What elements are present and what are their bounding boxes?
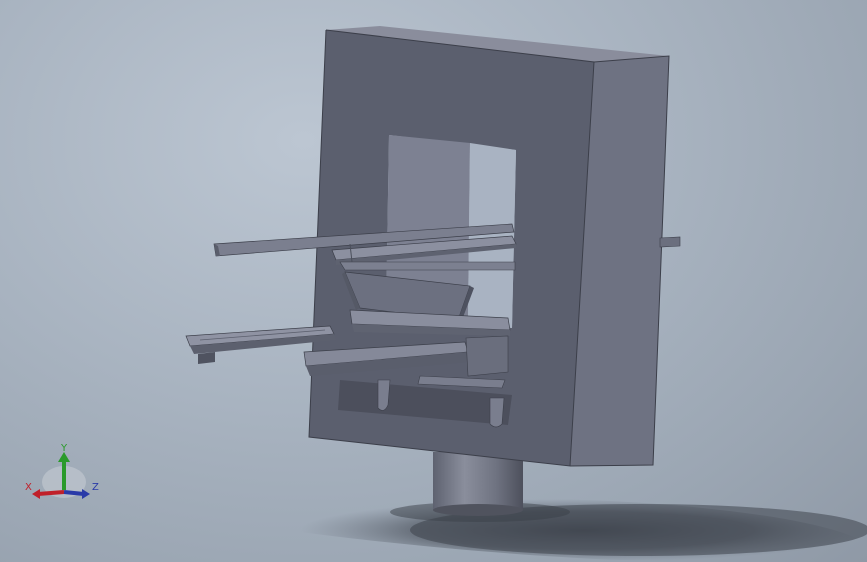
side-rod[interactable] (659, 236, 681, 248)
z-axis-arrow (63, 490, 85, 496)
z-axis-arrowhead (82, 489, 90, 499)
floor-shadow (300, 498, 867, 562)
z-axis-label: Z (92, 482, 99, 493)
x-axis-arrow (37, 490, 65, 496)
x-axis-label: X (25, 482, 32, 493)
pedestal-cylinder[interactable] (433, 452, 523, 516)
graphics-viewport[interactable]: Y X Z (0, 0, 867, 562)
y-axis-label: Y (60, 443, 68, 454)
orientation-triad[interactable]: Y X Z (22, 440, 102, 510)
cad-model-view[interactable] (0, 0, 867, 562)
x-axis-arrowhead (32, 489, 40, 499)
